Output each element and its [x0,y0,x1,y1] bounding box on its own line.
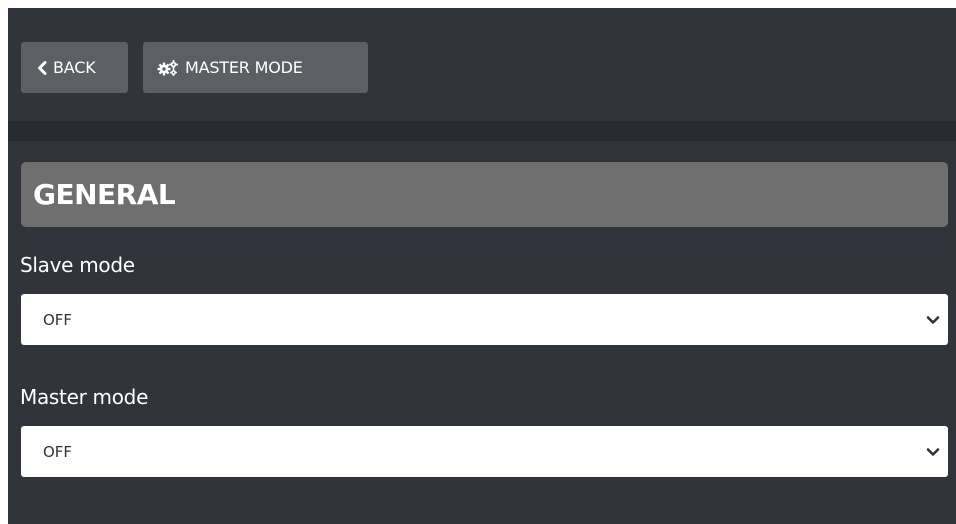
settings-panel: GENERAL Slave mode OFF Master mode OFF [8,141,956,524]
section-header: GENERAL [21,162,948,227]
section-title: GENERAL [33,178,176,211]
master-mode-button[interactable]: MASTER MODE [143,42,368,93]
app-window: BACK MASTER MODE GENERAL Slave mode OFF … [8,8,956,524]
toolbar: BACK MASTER MODE [8,8,956,121]
cogs-icon [157,59,179,76]
master-mode-button-label: MASTER MODE [185,58,303,77]
slave-mode-select[interactable]: OFF [21,294,948,345]
chevron-down-icon [926,445,940,459]
toolbar-divider [8,121,956,141]
master-mode-label: Master mode [20,385,149,409]
slave-mode-value: OFF [43,310,73,329]
slave-mode-label: Slave mode [20,253,135,277]
chevron-down-icon [926,313,940,327]
master-mode-value: OFF [43,442,73,461]
master-mode-select[interactable]: OFF [21,426,948,477]
back-button[interactable]: BACK [21,42,128,93]
chevron-left-icon [37,60,47,75]
back-button-label: BACK [53,58,96,77]
